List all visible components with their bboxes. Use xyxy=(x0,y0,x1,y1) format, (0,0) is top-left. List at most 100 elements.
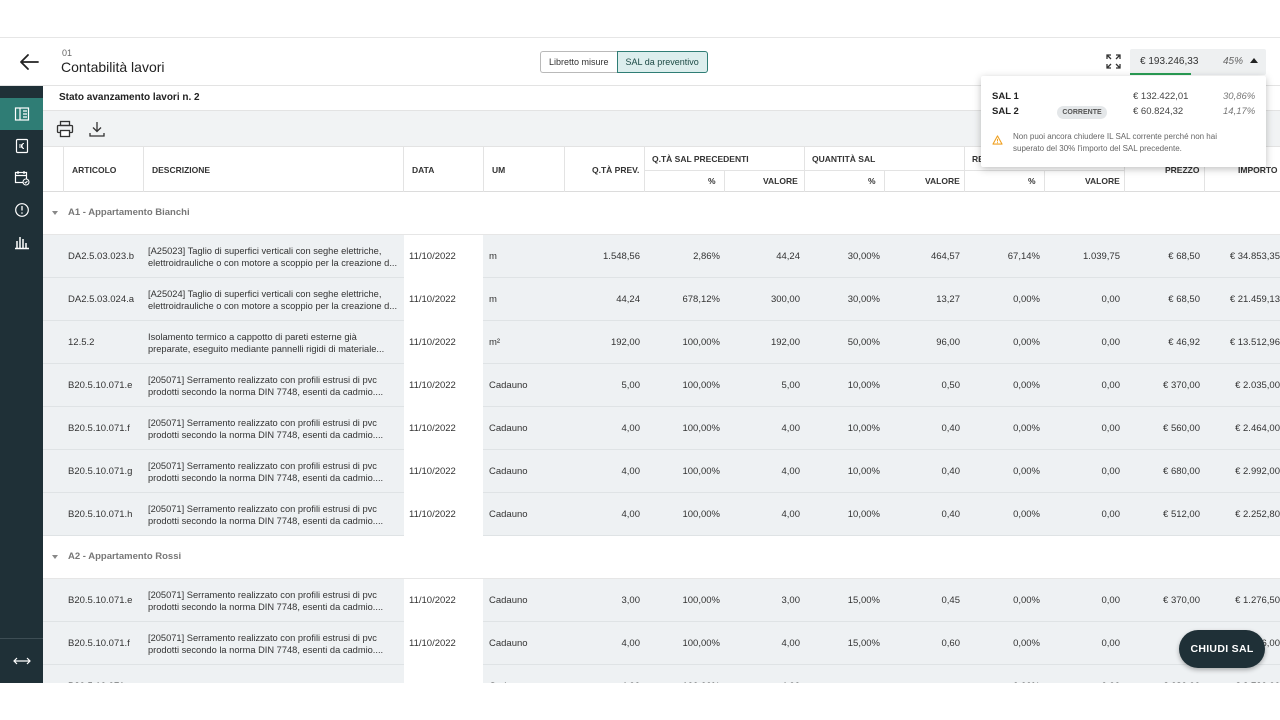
table-row[interactable]: B20.5.10.071.e [205071] Serramento realiz… xyxy=(43,364,1280,407)
table-row[interactable]: B20.5.10.071.e [205071] Serramento realiz… xyxy=(43,579,1280,622)
calendar-check-icon xyxy=(14,171,30,186)
cell-sal-valore: 0,45 xyxy=(941,595,961,606)
description-line: [205071] Serramento realizzato con profi… xyxy=(148,460,377,471)
cell-prezzo: € 680,00 xyxy=(1163,466,1200,477)
description-line: [A25023] Taglio di superfici verticali c… xyxy=(148,245,382,256)
cell-sal-valore: 0,40 xyxy=(941,509,961,520)
cell-sal-valore: 0,40 xyxy=(941,423,961,434)
description-line: [205071] Serramento realizzato con profi… xyxy=(148,417,377,428)
header-articolo[interactable]: ARTICOLO xyxy=(72,165,116,175)
table-row[interactable]: B20.5.10.071.f [205071] Serramento realiz… xyxy=(43,622,1280,665)
cell-data: 11/10/2022 xyxy=(404,622,483,665)
header-subdivider xyxy=(644,170,1124,171)
view-switcher: Libretto misure SAL da preventivo xyxy=(540,51,708,73)
table-row[interactable]: B20.5.10.071.f [205071] Serramento realiz… xyxy=(43,407,1280,450)
cell-sal-pct: 15,00% xyxy=(847,595,880,606)
header-prec-pct[interactable]: % xyxy=(708,176,716,186)
cell-descrizione: [205071] Serramento realizzato con profi… xyxy=(148,579,403,622)
expand-horizontal-icon xyxy=(12,657,31,665)
table-row[interactable]: 12.5.2 Isolamento termico a cappotto di p… xyxy=(43,321,1280,364)
cell-prezzo: € 68,50 xyxy=(1168,251,1200,262)
header-sal-pct[interactable]: % xyxy=(868,176,876,186)
cell-prec-valore: 4,00 xyxy=(781,466,801,477)
cell-data: 11/10/2022 xyxy=(404,450,483,493)
table-row[interactable]: DA2.5.03.024.a [A25024] Taglio di superfi… xyxy=(43,278,1280,321)
col-divider xyxy=(483,147,484,193)
sidebar-item-calendar-check[interactable] xyxy=(0,162,43,194)
fullscreen-icon[interactable] xyxy=(1106,54,1121,69)
group-header[interactable]: A2 - Appartamento Rossi xyxy=(43,536,1280,579)
cell-prec-valore: 192,00 xyxy=(770,337,800,348)
description-line: prodotti secondo la norma DIN 7748, esen… xyxy=(148,429,384,440)
cell-um: Cadauno xyxy=(489,466,528,477)
collapse-arrow-icon[interactable] xyxy=(52,211,58,215)
cell-data: 11/10/2022 xyxy=(404,407,483,450)
cell-data: 11/10/2022 xyxy=(404,321,483,364)
cell-prec-pct: 100,00% xyxy=(682,638,720,649)
back-arrow-icon[interactable] xyxy=(18,51,40,73)
header-descrizione[interactable]: DESCRIZIONE xyxy=(152,165,210,175)
collapse-arrow-icon[interactable] xyxy=(52,555,58,559)
top-strip xyxy=(0,0,1280,38)
cell-data: 11/10/2022 xyxy=(404,579,483,622)
cell-um: Cadauno xyxy=(489,380,528,391)
sidebar-item-bar-chart[interactable] xyxy=(0,226,43,258)
description-line: prodotti secondo la norma DIN 7748, esen… xyxy=(148,515,384,526)
cell-qta-prev: 192,00 xyxy=(610,337,640,348)
cell-prec-valore: 4,00 xyxy=(781,638,801,649)
cell-prezzo: € 46,92 xyxy=(1168,337,1200,348)
cell-sal-pct: 10,00% xyxy=(847,466,880,477)
chiudi-sal-button[interactable]: CHIUDI SAL xyxy=(1179,630,1265,668)
cell-importo: € 34.853,35 xyxy=(1229,251,1280,262)
header-sal-valore[interactable]: VALORE xyxy=(925,176,960,186)
sidebar-item-clock[interactable] xyxy=(0,194,43,226)
description-line: Isolamento termico a cappotto di pareti … xyxy=(148,331,357,342)
cell-data: 11/10/2022 xyxy=(404,235,483,278)
segment-libretto-misure[interactable]: Libretto misure xyxy=(540,51,617,73)
header-data[interactable]: DATA xyxy=(412,165,434,175)
cell-prec-valore: 5,00 xyxy=(781,380,801,391)
segment-sal-da-preventivo[interactable]: SAL da preventivo xyxy=(616,51,708,73)
page-title: Contabilità lavori xyxy=(61,59,165,75)
cell-descrizione: [205071] Serramento realizzato con profi… xyxy=(148,407,403,450)
cell-sal-valore: 96,00 xyxy=(936,337,960,348)
description-line: [205071] Serramento realizzato con profi… xyxy=(148,503,377,514)
table-row[interactable]: B20.5.10.071.h [205071] Serramento realiz… xyxy=(43,493,1280,536)
app-frame: 01 Contabilità lavori Libretto misure SA… xyxy=(0,0,1280,720)
sal2-value: € 60.824,32 xyxy=(1133,106,1184,117)
sal1-percent: 30,86% xyxy=(1223,91,1256,102)
cell-prec-valore: 3,00 xyxy=(781,595,801,606)
cell-sal-pct: 15,00% xyxy=(847,638,880,649)
cell-data: 11/10/2022 xyxy=(404,493,483,536)
header-res-valore[interactable]: VALORE xyxy=(1085,176,1120,186)
header-qta-prev[interactable]: Q.TÀ PREV. xyxy=(592,165,639,175)
header-res-pct[interactable]: % xyxy=(1028,176,1036,186)
header-um[interactable]: UM xyxy=(492,165,505,175)
sidebar-expand-toggle[interactable] xyxy=(0,638,43,683)
table-row[interactable]: B20.5.10.071.g [205071] Serramento realiz… xyxy=(43,450,1280,493)
header-prec-valore[interactable]: VALORE xyxy=(763,176,798,186)
cell-data: 11/10/2022 xyxy=(404,364,483,407)
cell-res-valore: 0,00 xyxy=(1101,380,1121,391)
progress-bar xyxy=(1130,73,1192,75)
cell-res-pct: 0,00% xyxy=(1013,595,1040,606)
bar-chart-icon xyxy=(14,237,29,250)
cell-res-pct: 0,00% xyxy=(1013,638,1040,649)
cell-prec-valore: 4,00 xyxy=(781,423,801,434)
cell-importo: € 2.035,00 xyxy=(1235,380,1280,391)
cell-descrizione: [205071] Serramento realizzato con profi… xyxy=(148,622,403,665)
cell-qta-prev: 4,00 xyxy=(621,638,641,649)
total-amount-dropdown[interactable]: € 193.246,33 45% xyxy=(1130,49,1266,75)
cell-prec-pct: 100,00% xyxy=(682,423,720,434)
sal1-value: € 132.422,01 xyxy=(1133,91,1189,102)
sidebar-item-euro-document[interactable] xyxy=(0,130,43,162)
download-icon[interactable] xyxy=(88,120,106,138)
cell-descrizione: [205071] Serramento realizzato con profi… xyxy=(148,493,403,536)
group-header[interactable]: A1 - Appartamento Bianchi xyxy=(43,192,1280,235)
cell-prec-pct: 100,00% xyxy=(682,509,720,520)
print-icon[interactable] xyxy=(56,120,74,138)
cell-sal-valore: 0,50 xyxy=(941,380,961,391)
table-row[interactable]: DA2.5.03.023.b [A25023] Taglio di superfi… xyxy=(43,235,1280,278)
cell-um: m² xyxy=(489,337,501,348)
sidebar-item-contabilita[interactable] xyxy=(0,98,43,130)
